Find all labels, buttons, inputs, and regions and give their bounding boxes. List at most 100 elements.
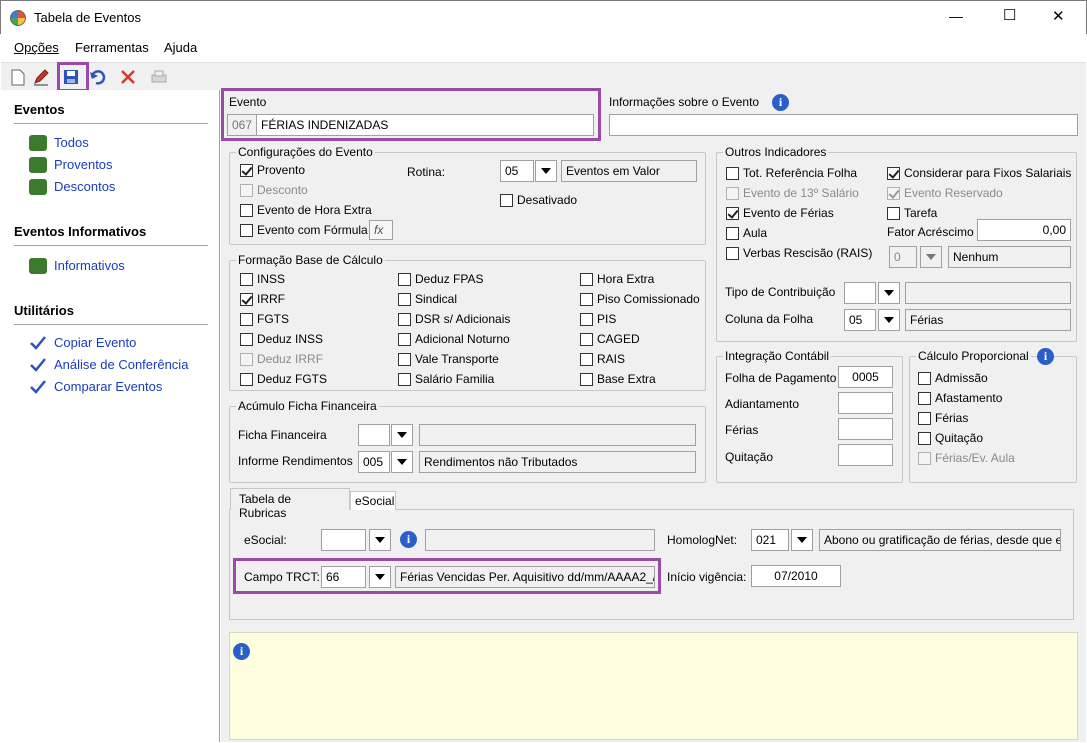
fator-input[interactable]: 0,00 (977, 219, 1071, 241)
deduz-irrf-checkbox[interactable]: Deduz IRRF (240, 352, 323, 366)
tipo-code[interactable] (844, 282, 876, 304)
inicio-input[interactable]: 07/2010 (751, 565, 841, 587)
notes-area[interactable] (229, 632, 1078, 740)
homolog-dropdown[interactable] (791, 529, 813, 551)
info-icon: i (233, 643, 250, 660)
sidebar-item-comparar[interactable]: Comparar Eventos (54, 379, 162, 394)
outros-title: Outros Indicadores (723, 145, 829, 159)
inss-checkbox[interactable]: INSS (240, 272, 285, 286)
fgts-checkbox[interactable]: FGTS (240, 312, 289, 326)
dsr-checkbox[interactable]: DSR s/ Adicionais (398, 312, 510, 326)
formula-checkbox[interactable]: Evento com Fórmula (240, 223, 368, 237)
ferias-aula-checkbox[interactable]: Férias/Ev. Aula (918, 451, 1015, 465)
admissao-checkbox[interactable]: Admissão (918, 371, 988, 385)
salario-familia-checkbox[interactable]: Salário Familia (398, 372, 494, 386)
tarefa-checkbox[interactable]: Tarefa (887, 206, 937, 220)
adiant-label: Adiantamento (725, 397, 800, 411)
minimize-button[interactable]: — (949, 8, 963, 24)
ficha-code[interactable] (358, 424, 390, 446)
coluna-desc: Férias (905, 309, 1071, 331)
edit-pencil-icon[interactable] (30, 66, 52, 88)
rais-checkbox[interactable]: RAIS (580, 352, 625, 366)
homolog-code[interactable]: 021 (751, 529, 789, 551)
people-group-icon (29, 157, 47, 173)
menu-opcoes[interactable]: Opções (14, 40, 59, 55)
sidebar-item-analise[interactable]: Análise de Conferência (54, 357, 188, 372)
pis-checkbox[interactable]: PIS (580, 312, 616, 326)
piso-comissionado-checkbox[interactable]: Piso Comissionado (580, 292, 700, 306)
informe-label: Informe Rendimentos (238, 454, 353, 468)
adicional-noturno-checkbox[interactable]: Adicional Noturno (398, 332, 510, 346)
sidebar-item-copiar[interactable]: Copiar Evento (54, 335, 136, 350)
quitacao-checkbox[interactable]: Quitação (918, 431, 983, 445)
deduz-fgts-checkbox[interactable]: Deduz FGTS (240, 372, 327, 386)
close-button[interactable]: ✕ (1052, 7, 1065, 25)
tab-esocial[interactable]: eSocial (350, 491, 396, 510)
ferias-int-input[interactable] (838, 418, 893, 440)
esocial-dropdown[interactable] (369, 529, 391, 551)
menu-ferramentas[interactable]: Ferramentas (75, 40, 149, 55)
caged-checkbox[interactable]: CAGED (580, 332, 640, 346)
esocial-label: eSocial: (244, 533, 287, 547)
print-icon[interactable] (148, 66, 170, 88)
info-evento-input[interactable] (609, 114, 1078, 136)
info-icon[interactable]: i (1037, 348, 1054, 365)
coluna-dropdown[interactable] (878, 309, 900, 331)
deduz-inss-checkbox[interactable]: Deduz INSS (240, 332, 323, 346)
sindical-checkbox[interactable]: Sindical (398, 292, 457, 306)
decimo-checkbox[interactable]: Evento de 13º Salário (726, 186, 859, 200)
informe-code[interactable]: 005 (358, 451, 390, 473)
quit-label: Quitação (725, 450, 774, 464)
menu-ajuda[interactable]: Ajuda (164, 40, 197, 55)
config-title: Configurações do Evento (236, 145, 375, 159)
deduz-fpas-checkbox[interactable]: Deduz FPAS (398, 272, 483, 286)
provento-checkbox[interactable]: Provento (240, 163, 305, 177)
info-icon[interactable]: i (400, 531, 417, 548)
section-eventos: Eventos (14, 102, 65, 117)
folha-input[interactable]: 0005 (838, 366, 893, 388)
desconto-checkbox[interactable]: Desconto (240, 183, 308, 197)
maximize-button[interactable]: ☐ (1003, 6, 1016, 24)
base-extra-checkbox[interactable]: Base Extra (580, 372, 656, 386)
sidebar-item-todos[interactable]: Todos (54, 135, 89, 150)
info-icon[interactable]: i (772, 94, 789, 111)
tab-rubricas[interactable]: Tabela de Rubricas (230, 488, 350, 520)
verbas-code: 0 (889, 246, 917, 268)
irrf-checkbox[interactable]: IRRF (240, 292, 285, 306)
rotina-label: Rotina: (407, 165, 446, 179)
trct-highlight (233, 558, 661, 594)
esocial-code[interactable] (321, 529, 366, 551)
delete-icon[interactable] (117, 66, 139, 88)
sidebar-item-informativos[interactable]: Informativos (54, 258, 125, 273)
ficha-label: Ficha Financeira (238, 428, 327, 442)
reservado-checkbox[interactable]: Evento Reservado (887, 186, 1003, 200)
ficha-dropdown[interactable] (391, 424, 413, 446)
sidebar-item-descontos[interactable]: Descontos (54, 179, 115, 194)
ferias-evento-checkbox[interactable]: Evento de Férias (726, 206, 834, 220)
adiant-input[interactable] (838, 392, 893, 414)
rotina-dropdown[interactable] (535, 160, 557, 182)
quit-input[interactable] (838, 444, 893, 466)
aula-checkbox[interactable]: Aula (726, 226, 767, 240)
coluna-code[interactable]: 05 (844, 309, 876, 331)
informe-dropdown[interactable] (391, 451, 413, 473)
afastamento-checkbox[interactable]: Afastamento (918, 391, 1002, 405)
undo-icon[interactable] (87, 66, 109, 88)
integracao-title: Integração Contábil (723, 349, 832, 363)
verbas-checkbox[interactable]: Verbas Rescisão (RAIS) (726, 246, 872, 260)
divider (14, 324, 208, 325)
formula-button[interactable]: fx (369, 220, 393, 240)
hora-extra-base-checkbox[interactable]: Hora Extra (580, 272, 654, 286)
tot-ref-checkbox[interactable]: Tot. Referência Folha (726, 166, 857, 180)
vale-transporte-checkbox[interactable]: Vale Transporte (398, 352, 499, 366)
desativado-checkbox[interactable]: Desativado (500, 193, 577, 207)
sidebar-item-proventos[interactable]: Proventos (54, 157, 113, 172)
fixos-checkbox[interactable]: Considerar para Fixos Salariais (887, 166, 1071, 180)
rotina-code[interactable]: 05 (500, 160, 534, 182)
new-document-icon[interactable] (7, 66, 29, 88)
verbas-dropdown[interactable] (920, 246, 942, 268)
tipo-dropdown[interactable] (878, 282, 900, 304)
hora-extra-checkbox[interactable]: Evento de Hora Extra (240, 203, 372, 217)
fator-label: Fator Acréscimo (887, 225, 974, 239)
ferias-prop-checkbox[interactable]: Férias (918, 411, 968, 425)
